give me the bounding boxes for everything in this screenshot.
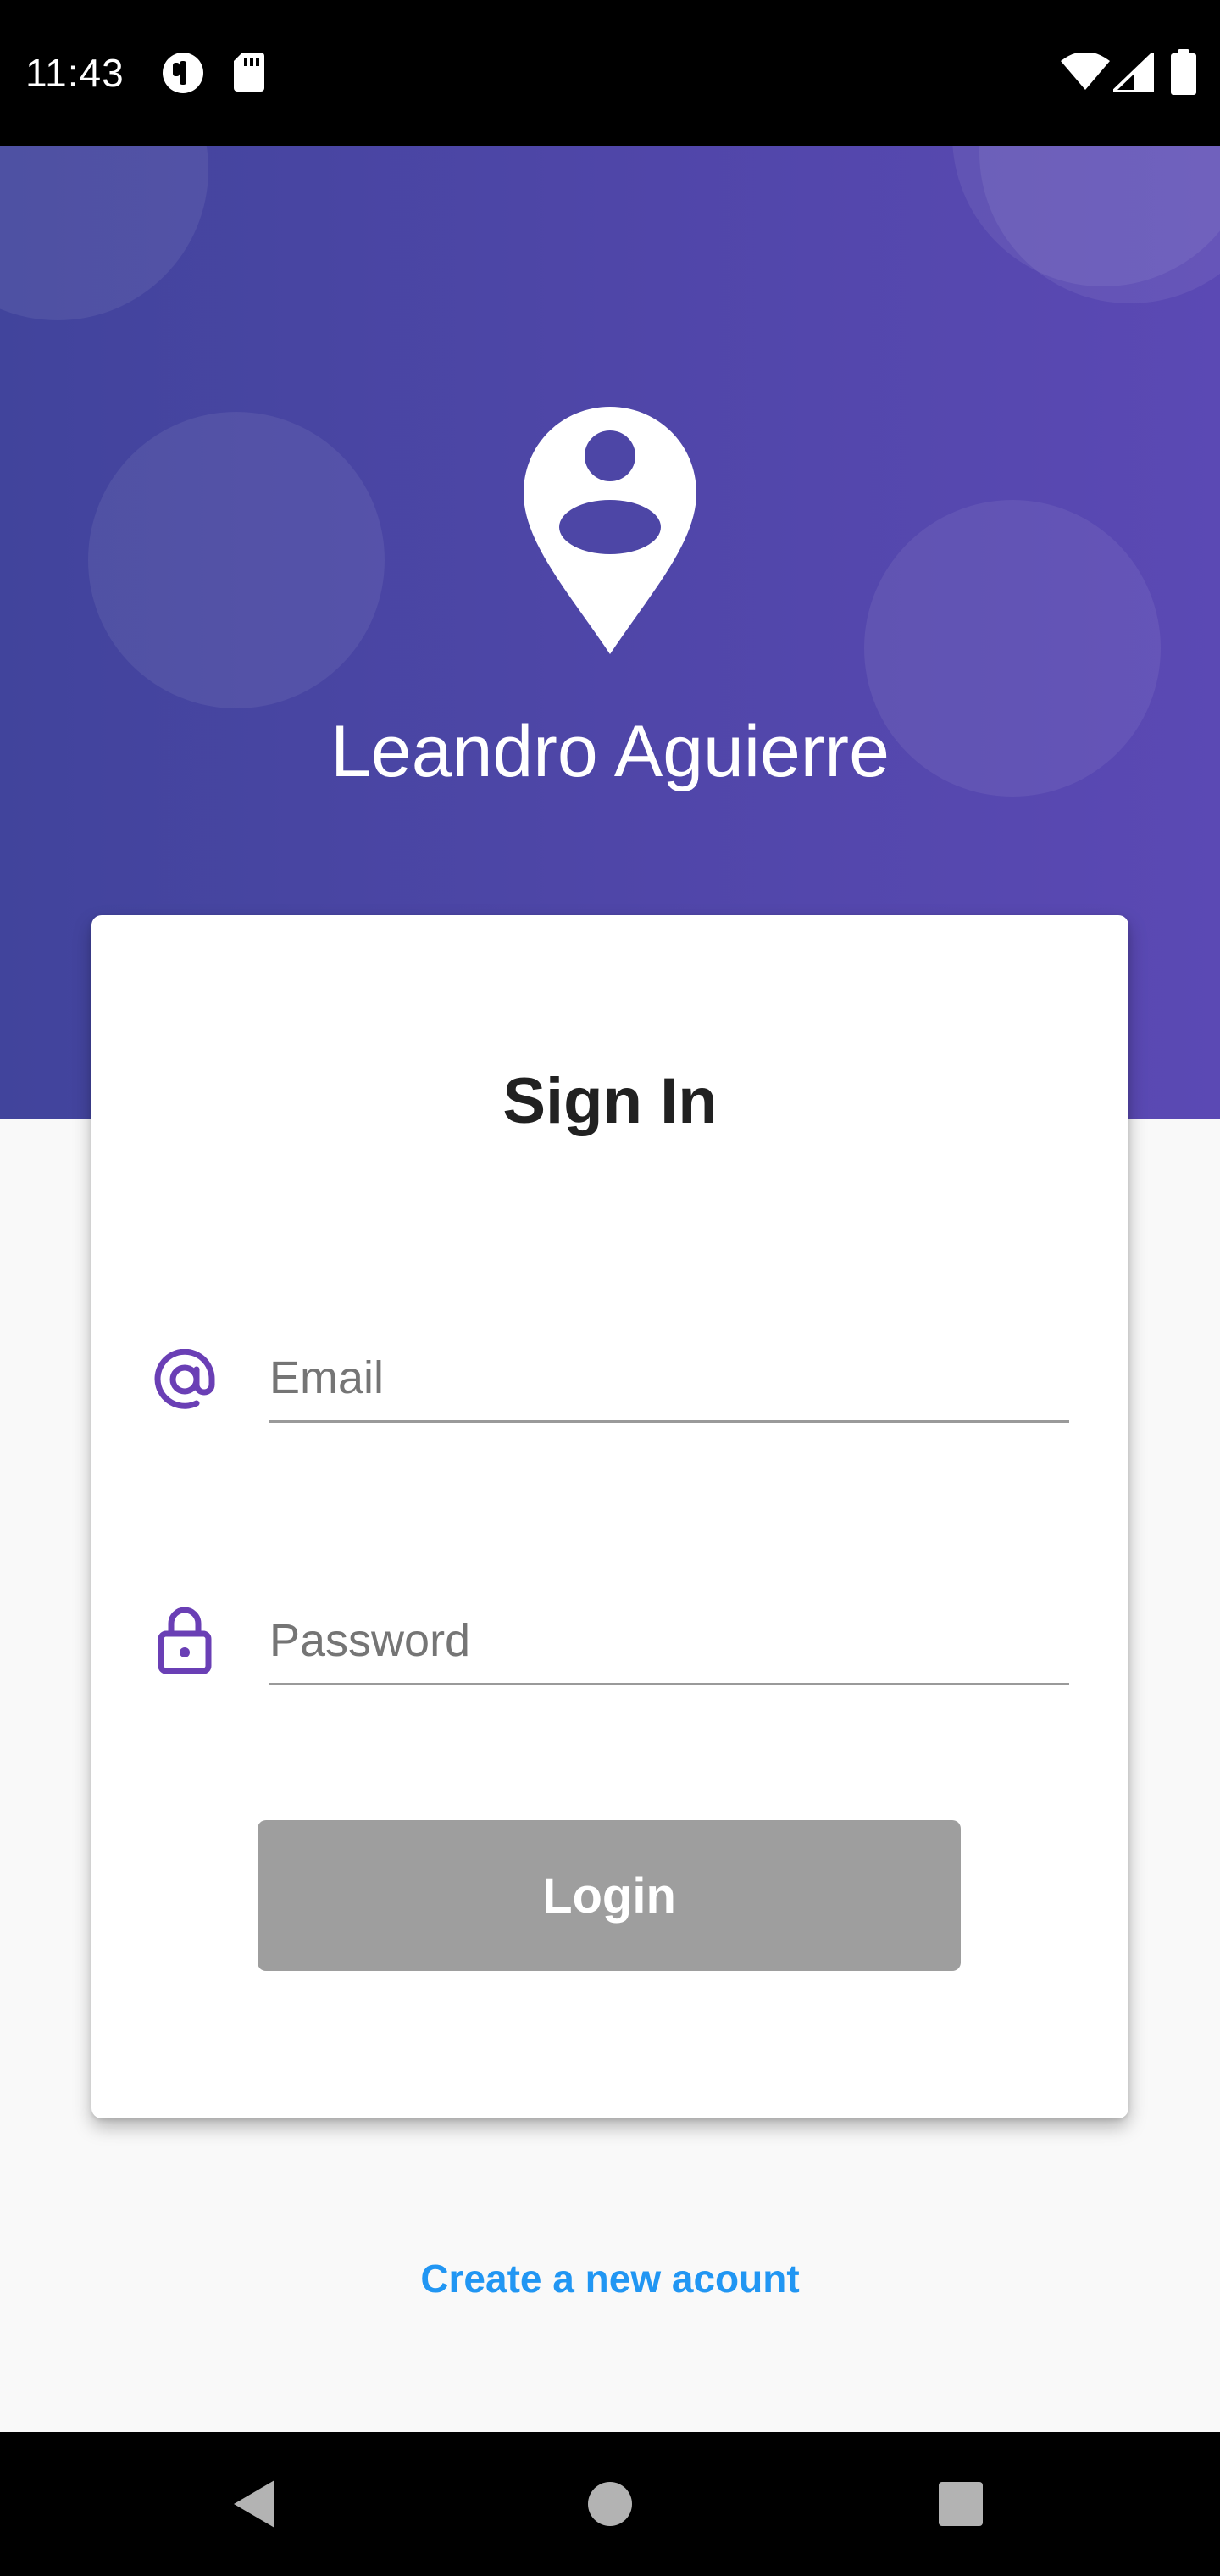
decorative-circle xyxy=(979,146,1220,303)
app-name: Leandro Aguierre xyxy=(330,711,890,792)
recents-icon[interactable] xyxy=(893,2432,1029,2576)
password-input[interactable] xyxy=(269,1598,1069,1683)
notification-app-icon xyxy=(163,53,203,93)
lock-icon xyxy=(158,1607,212,1674)
at-sign-icon xyxy=(154,1349,215,1409)
person-location-pin-icon xyxy=(524,407,696,654)
email-field[interactable] xyxy=(269,1335,1069,1423)
battery-icon xyxy=(1171,49,1196,95)
status-bar: 11:43 xyxy=(0,0,1220,146)
card-title: Sign In xyxy=(502,1065,718,1137)
cellular-signal-icon xyxy=(1113,53,1154,92)
status-time: 11:43 xyxy=(25,51,125,95)
email-input[interactable] xyxy=(269,1335,1069,1420)
password-field[interactable] xyxy=(269,1598,1069,1685)
back-icon[interactable] xyxy=(186,2432,322,2576)
login-card: Sign In Login xyxy=(92,915,1128,2118)
home-icon[interactable] xyxy=(542,2432,678,2576)
decorative-circle xyxy=(0,146,208,320)
login-button[interactable]: Login xyxy=(258,1820,961,1971)
navigation-bar xyxy=(0,2432,1220,2576)
decorative-circle xyxy=(88,412,385,708)
create-account-link[interactable]: Create a new acount xyxy=(0,2249,1220,2308)
sd-card-icon xyxy=(234,53,264,92)
wifi-icon xyxy=(1061,53,1110,90)
